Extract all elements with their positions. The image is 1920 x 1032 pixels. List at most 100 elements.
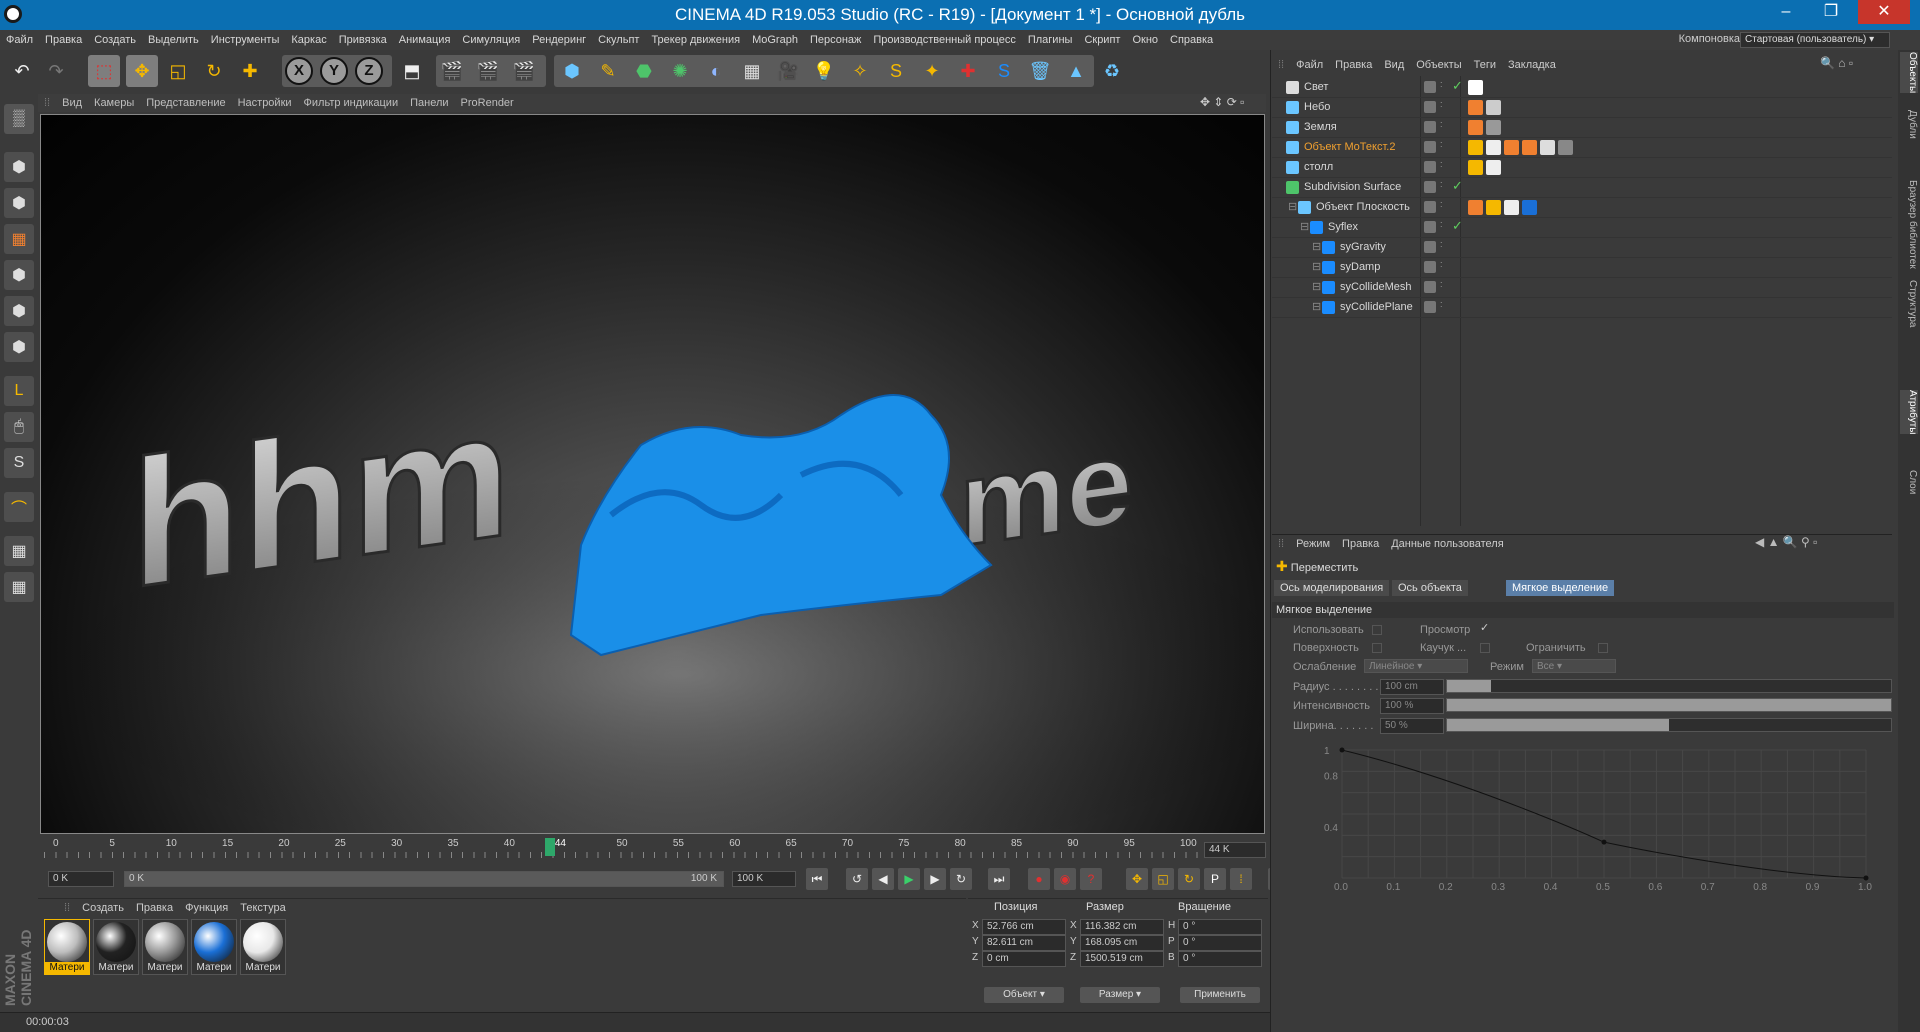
workplane-mode-icon[interactable]: ▦: [4, 224, 34, 254]
syflex-icon[interactable]: S: [988, 55, 1020, 87]
limit-checkbox[interactable]: [1598, 643, 1608, 653]
layer-flag-icon[interactable]: [1424, 141, 1436, 153]
object-tag-icon[interactable]: [1504, 140, 1519, 155]
object-menu-item[interactable]: Объекты: [1410, 56, 1467, 74]
y-axis-lock-icon[interactable]: Y: [320, 57, 348, 85]
attribute-nav-icons[interactable]: ◀ ▲ 🔍 ⚲ ▫: [1755, 535, 1817, 549]
motion-tracker-icon[interactable]: ✚: [952, 55, 984, 87]
object-tag-icon[interactable]: [1468, 120, 1483, 135]
object-row[interactable]: Subdivision Surface: ✓: [1272, 178, 1892, 198]
edges-mode-icon[interactable]: ⬢: [4, 296, 34, 326]
menu-item[interactable]: Производственный процесс: [867, 30, 1021, 50]
object-menu-item[interactable]: Правка: [1329, 56, 1378, 74]
object-tag-icon[interactable]: [1558, 140, 1573, 155]
menu-item[interactable]: Каркас: [285, 30, 332, 50]
object-tag-icon[interactable]: [1486, 160, 1501, 175]
object-row[interactable]: Объект MoТекст.2:: [1272, 138, 1892, 158]
object-row[interactable]: Земля:: [1272, 118, 1892, 138]
end-frame-field[interactable]: 100 K: [732, 871, 796, 887]
pen-spline-icon[interactable]: ✎: [592, 55, 624, 87]
tweak-mode-icon[interactable]: 🖱: [4, 412, 34, 442]
tree-expand-icon[interactable]: ⊟: [1312, 240, 1321, 253]
menu-item[interactable]: Рендеринг: [526, 30, 592, 50]
menu-item[interactable]: Персонаж: [804, 30, 867, 50]
array-icon[interactable]: ✺: [664, 55, 696, 87]
layer-flag-icon[interactable]: [1424, 81, 1436, 93]
lock-workplane-icon[interactable]: ▦: [4, 572, 34, 602]
layout-dropdown[interactable]: Стартовая (пользователь) ▾: [1740, 32, 1890, 48]
side-tab[interactable]: Браузер библиотек: [1900, 180, 1918, 269]
next-frame-icon[interactable]: ▶: [924, 868, 946, 890]
object-tag-icon[interactable]: [1468, 160, 1483, 175]
points-mode-icon[interactable]: ⬢: [4, 260, 34, 290]
menu-item[interactable]: Плагины: [1022, 30, 1079, 50]
menu-item[interactable]: Файл: [0, 30, 39, 50]
prev-frame-icon[interactable]: ◀: [872, 868, 894, 890]
tree-expand-icon[interactable]: ⊟: [1312, 300, 1321, 313]
object-tag-icon[interactable]: [1486, 140, 1501, 155]
layer-flag-icon[interactable]: [1424, 261, 1436, 273]
menu-item[interactable]: Скульпт: [592, 30, 645, 50]
menu-item[interactable]: Трекер движения: [645, 30, 746, 50]
material-swatch[interactable]: Матери: [142, 919, 188, 975]
preview-range-slider[interactable]: 0 K 100 K: [124, 871, 724, 887]
curve-point[interactable]: [1863, 875, 1869, 881]
layer-flag-icon[interactable]: [1424, 121, 1436, 133]
visibility-dots-icon[interactable]: :: [1440, 139, 1443, 149]
material-swatch[interactable]: Матери: [191, 919, 237, 975]
menu-item[interactable]: Симуляция: [456, 30, 526, 50]
texture-mode-icon[interactable]: ⬢: [4, 188, 34, 218]
visibility-dots-icon[interactable]: :: [1440, 79, 1443, 89]
close-button[interactable]: ✕: [1858, 0, 1910, 24]
render-picture-viewer-icon[interactable]: 🎬: [472, 55, 504, 87]
light-icon[interactable]: 💡: [808, 55, 840, 87]
effector-icon[interactable]: ✦: [916, 55, 948, 87]
falloff-graph[interactable]: 0.0 0.1 0.2 0.3 0.4 0.5 0.6 0.7 0.8 0.9 1.0 1 0.8 0.4: [1290, 738, 1890, 893]
position-field[interactable]: 0 cm: [982, 951, 1066, 967]
rotation-field[interactable]: 0 °: [1178, 951, 1262, 967]
material-swatch[interactable]: Матери: [93, 919, 139, 975]
key-pla-icon[interactable]: ⁞: [1230, 868, 1252, 890]
side-tab[interactable]: Структура: [1900, 280, 1918, 327]
start-frame-field[interactable]: 0 K: [48, 871, 114, 887]
visibility-dots-icon[interactable]: :: [1440, 299, 1443, 309]
object-tag-icon[interactable]: [1522, 140, 1537, 155]
z-axis-lock-icon[interactable]: Z: [355, 57, 383, 85]
viewport-menu-item[interactable]: ProRender: [455, 94, 520, 112]
size-field[interactable]: 1500.519 cm: [1080, 951, 1164, 967]
coord-size-dropdown[interactable]: Размер ▾: [1080, 987, 1160, 1003]
viewport-menu-item[interactable]: Камеры: [88, 94, 140, 112]
solo-mode-icon[interactable]: S: [4, 448, 34, 478]
object-menu-item[interactable]: Файл: [1290, 56, 1329, 74]
axis-mode-icon[interactable]: L: [4, 376, 34, 406]
layer-flag-icon[interactable]: [1424, 221, 1436, 233]
menu-item[interactable]: Инструменты: [205, 30, 286, 50]
render-view-icon[interactable]: 🎬: [436, 55, 468, 87]
object-tag-icon[interactable]: [1486, 200, 1501, 215]
object-tag-icon[interactable]: [1486, 120, 1501, 135]
object-menu-item[interactable]: Вид: [1378, 56, 1410, 74]
visibility-dots-icon[interactable]: :: [1440, 219, 1443, 229]
play-icon[interactable]: ▶: [898, 868, 920, 890]
object-row[interactable]: ⊟ Объект Плоскость:: [1272, 198, 1892, 218]
surface-checkbox[interactable]: [1372, 643, 1382, 653]
position-field[interactable]: 52.766 cm: [982, 919, 1066, 935]
object-tag-icon[interactable]: [1468, 200, 1483, 215]
side-tab[interactable]: Дубли: [1900, 110, 1918, 139]
viewport-menu-item[interactable]: Панели: [404, 94, 454, 112]
side-tab[interactable]: Слои: [1900, 470, 1918, 494]
radius-slider[interactable]: [1446, 679, 1892, 693]
trash-icon[interactable]: 🗑: [1024, 55, 1056, 87]
layer-flag-icon[interactable]: [1424, 241, 1436, 253]
material-menu-item[interactable]: Создать: [76, 899, 130, 917]
position-field[interactable]: 82.611 cm: [982, 935, 1066, 951]
layer-flag-icon[interactable]: [1424, 301, 1436, 313]
menu-item[interactable]: Окно: [1126, 30, 1164, 50]
size-field[interactable]: 116.382 cm: [1080, 919, 1164, 935]
prev-key-icon[interactable]: ↺: [846, 868, 868, 890]
x-axis-lock-icon[interactable]: X: [285, 57, 313, 85]
preview-checkbox[interactable]: ✓: [1480, 621, 1489, 634]
side-tab[interactable]: Атрибуты: [1900, 390, 1918, 435]
scale-tool-icon[interactable]: ◱: [162, 55, 194, 87]
menu-item[interactable]: Создать: [88, 30, 142, 50]
